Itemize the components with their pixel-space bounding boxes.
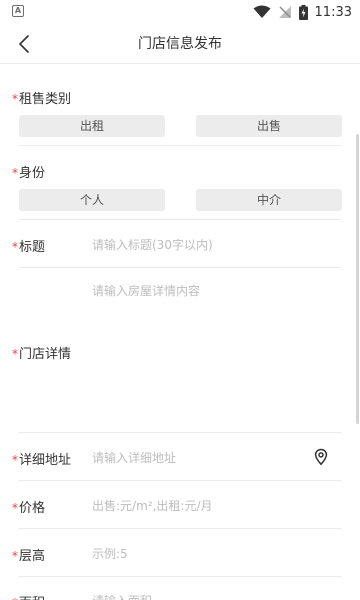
required-mark: * xyxy=(12,453,18,467)
location-pin-icon[interactable] xyxy=(312,448,330,466)
divider xyxy=(18,267,342,268)
required-mark: * xyxy=(12,92,18,106)
wifi-icon xyxy=(253,5,271,18)
divider xyxy=(18,219,342,220)
required-mark: * xyxy=(12,501,18,515)
identity-label: *身份 xyxy=(12,166,46,181)
divider xyxy=(18,528,342,529)
nav-bar: 门店信息发布 xyxy=(0,24,360,64)
status-bar: A 11:33 xyxy=(0,0,360,24)
rent-sale-label: *租售类别 xyxy=(12,92,72,107)
details-textarea[interactable] xyxy=(92,282,332,342)
scrollbar[interactable] xyxy=(356,134,359,424)
divider xyxy=(18,480,342,481)
individual-option-button[interactable]: 个人 xyxy=(19,189,165,211)
publish-form: *租售类别 出租 出售 *身份 个人 中介 *标题 *门店详情 *详细地址 *价… xyxy=(0,64,360,600)
area-input[interactable] xyxy=(92,590,312,600)
floor-height-label: *层高 xyxy=(12,549,46,564)
address-input[interactable] xyxy=(92,447,302,469)
sale-option-button[interactable]: 出售 xyxy=(196,115,342,137)
page-title: 门店信息发布 xyxy=(138,36,222,52)
price-label: *价格 xyxy=(12,501,46,516)
agent-option-button[interactable]: 中介 xyxy=(196,189,342,211)
divider xyxy=(18,576,342,577)
rent-option-button[interactable]: 出租 xyxy=(19,115,165,137)
status-icons: 11:33 xyxy=(253,2,352,22)
status-time: 11:33 xyxy=(314,4,352,20)
battery-charging-icon xyxy=(298,4,308,20)
price-input[interactable] xyxy=(92,495,312,517)
divider xyxy=(18,145,342,146)
address-label: *详细地址 xyxy=(12,453,72,468)
divider xyxy=(18,432,342,433)
no-signal-icon xyxy=(278,6,291,18)
required-mark: * xyxy=(12,166,18,180)
required-mark: * xyxy=(12,596,18,600)
required-mark: * xyxy=(12,347,18,361)
details-label: *门店详情 xyxy=(12,347,72,362)
required-mark: * xyxy=(12,240,18,254)
title-input[interactable] xyxy=(92,234,312,256)
area-label: *面积 xyxy=(12,592,45,600)
notification-a-icon: A xyxy=(12,5,24,17)
floor-height-input[interactable] xyxy=(92,543,312,565)
title-label: *标题 xyxy=(12,240,46,255)
required-mark: * xyxy=(12,549,18,563)
